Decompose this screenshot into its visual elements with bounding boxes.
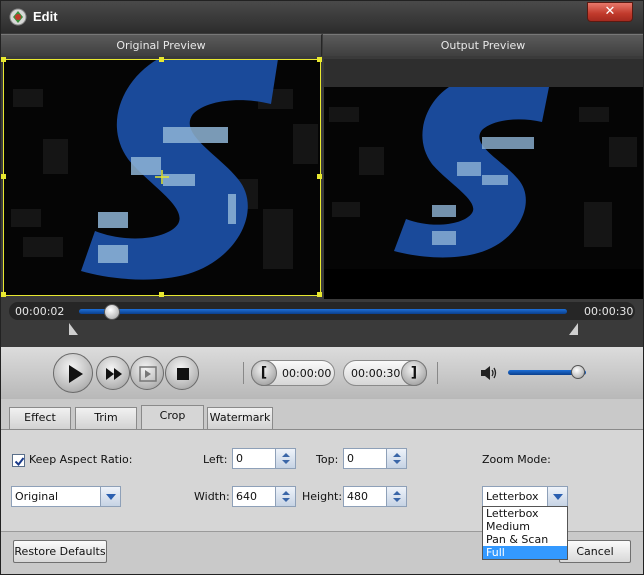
fast-forward-button[interactable] — [96, 356, 130, 390]
keep-aspect-label: Keep Aspect Ratio: — [29, 453, 133, 466]
start-time-control[interactable]: [ 00:00:00 — [251, 360, 335, 386]
zoom-mode-label: Zoom Mode: — [482, 453, 551, 466]
aspect-value: Original — [15, 490, 59, 503]
current-time: 00:00:02 — [15, 305, 65, 318]
set-end-button[interactable]: ] — [401, 360, 427, 386]
stop-icon — [177, 368, 189, 380]
restore-defaults-button[interactable]: Restore Defaults — [13, 540, 107, 563]
zoom-mode-dropdown-button[interactable] — [547, 487, 567, 506]
tab-crop[interactable]: Crop — [141, 405, 204, 429]
controls-separator-left — [243, 362, 244, 384]
left-value: 0 — [236, 452, 243, 465]
keep-aspect-checkbox[interactable] — [12, 454, 25, 467]
tab-trim[interactable]: Trim — [75, 407, 137, 429]
crop-handle-tm[interactable] — [159, 57, 164, 62]
width-value: 640 — [236, 490, 257, 503]
bracket-close-icon: ] — [410, 365, 418, 381]
original-preview-header: Original Preview — [1, 34, 322, 56]
top-input[interactable]: 0 — [343, 448, 407, 469]
crop-handle-bm[interactable] — [159, 292, 164, 297]
zoom-mode-options: Letterbox Medium Pan & Scan Full — [482, 506, 568, 560]
close-button[interactable]: ✕ — [587, 2, 633, 22]
set-start-button[interactable]: [ — [251, 360, 277, 386]
crop-handle-ml[interactable] — [1, 174, 6, 179]
left-label: Left: — [203, 453, 228, 466]
chevron-down-icon — [553, 494, 563, 500]
controls-separator-right — [437, 362, 438, 384]
title-bar: Edit ✕ — [1, 1, 643, 33]
crop-handle-br[interactable] — [317, 292, 322, 297]
aspect-select[interactable]: Original — [11, 486, 121, 507]
top-value: 0 — [347, 452, 354, 465]
trim-end-marker[interactable] — [569, 323, 578, 335]
stepper-arrows-icon — [393, 491, 401, 502]
volume-knob[interactable] — [571, 365, 586, 379]
bracket-open-icon: [ — [260, 365, 268, 381]
step-frame-icon — [139, 366, 157, 382]
timeline-track[interactable] — [79, 309, 567, 314]
zoom-mode-select[interactable]: Letterbox — [482, 486, 568, 507]
trim-start-marker[interactable] — [69, 323, 78, 335]
step-frame-button[interactable] — [130, 356, 164, 390]
volume-icon[interactable] — [479, 364, 499, 382]
crop-handle-mr[interactable] — [317, 174, 322, 179]
fast-forward-icon — [106, 368, 122, 380]
play-button[interactable] — [53, 353, 93, 393]
output-preview — [324, 59, 643, 299]
top-stepper[interactable] — [386, 449, 406, 468]
cancel-button[interactable]: Cancel — [559, 540, 631, 563]
output-video-frame — [324, 87, 643, 269]
end-time-value: 00:00:30 — [351, 367, 401, 380]
tab-effect[interactable]: Effect — [9, 407, 71, 429]
width-label: Width: — [194, 490, 230, 503]
checkmark-icon — [14, 457, 25, 467]
close-icon: ✕ — [604, 4, 616, 19]
crop-handle-tr[interactable] — [317, 57, 322, 62]
end-time: 00:00:30 — [584, 305, 634, 318]
left-input[interactable]: 0 — [232, 448, 296, 469]
playback-controls: [ 00:00:00 00:00:30 ] — [1, 347, 643, 399]
width-input[interactable]: 640 — [232, 486, 296, 507]
height-stepper[interactable] — [386, 487, 406, 506]
height-value: 480 — [347, 490, 368, 503]
width-stepper[interactable] — [275, 487, 295, 506]
output-preview-header: Output Preview — [323, 34, 643, 56]
height-label: Height: — [302, 490, 343, 503]
zoom-option-pan-scan[interactable]: Pan & Scan — [483, 533, 567, 546]
crop-handle-tl[interactable] — [1, 57, 6, 62]
left-stepper[interactable] — [275, 449, 295, 468]
zoom-option-letterbox[interactable]: Letterbox — [483, 507, 567, 520]
start-time-value: 00:00:00 — [282, 367, 332, 380]
zoom-option-medium[interactable]: Medium — [483, 520, 567, 533]
height-input[interactable]: 480 — [343, 486, 407, 507]
window-title: Edit — [33, 9, 58, 24]
aspect-dropdown-button[interactable] — [100, 487, 120, 506]
stepper-arrows-icon — [282, 491, 290, 502]
stepper-arrows-icon — [282, 453, 290, 464]
edit-window: Edit ✕ Original Preview Output Preview 0… — [0, 0, 644, 575]
tab-watermark[interactable]: Watermark — [207, 407, 273, 429]
zoom-mode-value: Letterbox — [486, 490, 539, 503]
crop-frame[interactable] — [1, 57, 322, 297]
crop-handle-bl[interactable] — [1, 292, 6, 297]
timeline-playhead[interactable] — [103, 304, 120, 320]
zoom-option-full[interactable]: Full — [483, 546, 567, 559]
play-icon — [69, 365, 83, 383]
app-logo-icon — [9, 8, 27, 26]
chevron-down-icon — [106, 494, 116, 500]
end-time-control[interactable]: 00:00:30 ] — [343, 360, 427, 386]
top-label: Top: — [316, 453, 339, 466]
edit-tabs: Effect Trim Crop Watermark — [1, 399, 643, 429]
timeline: 00:00:02 00:00:30 — [1, 299, 643, 347]
stop-button[interactable] — [165, 356, 199, 390]
stepper-arrows-icon — [393, 453, 401, 464]
